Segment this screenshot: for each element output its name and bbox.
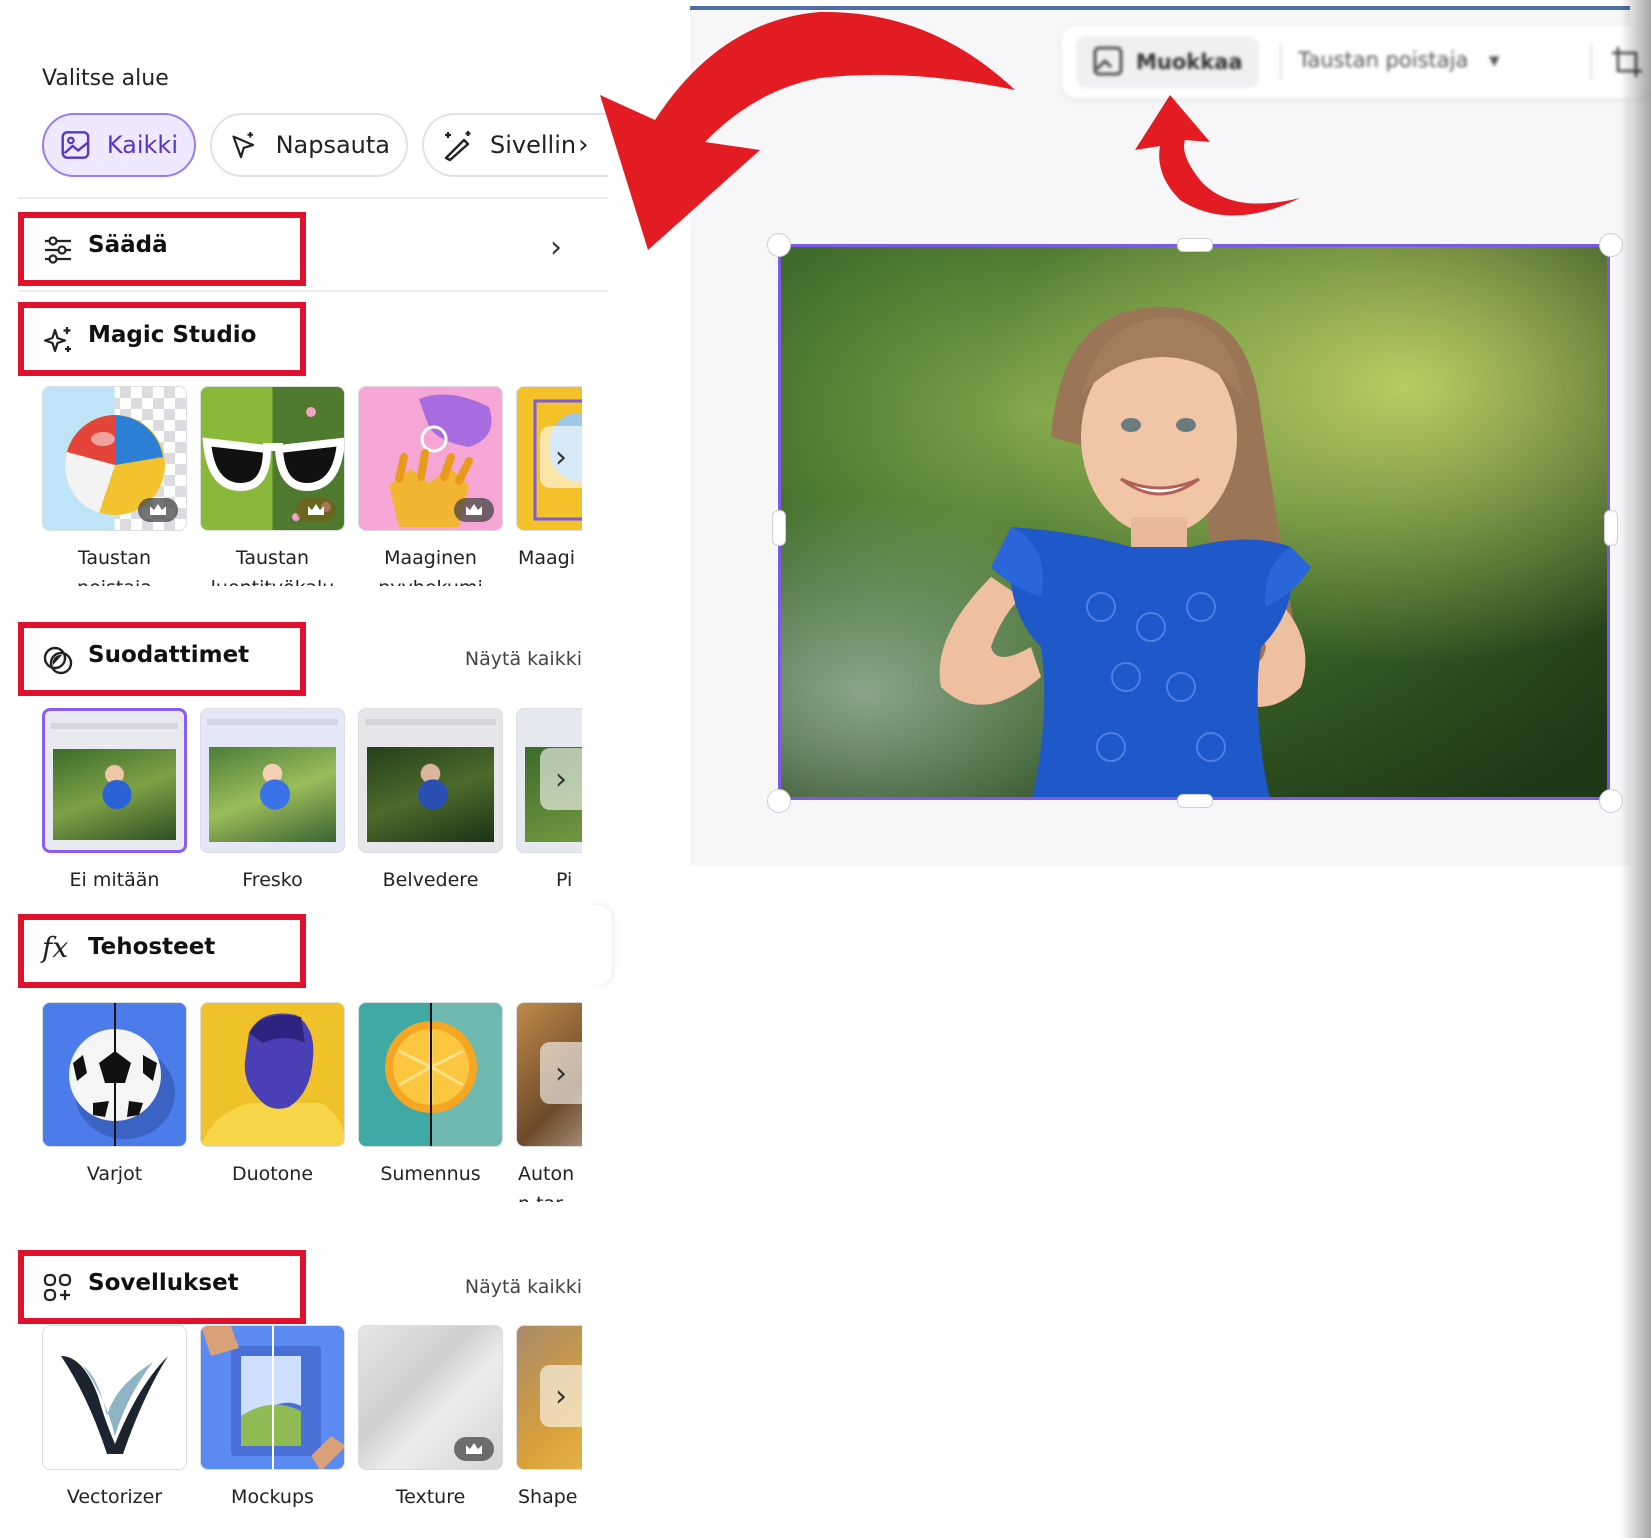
- small-arrow-icon: [1135, 95, 1300, 216]
- big-arrow-icon: [600, 11, 1015, 250]
- annotation-arrows: [600, 11, 1300, 250]
